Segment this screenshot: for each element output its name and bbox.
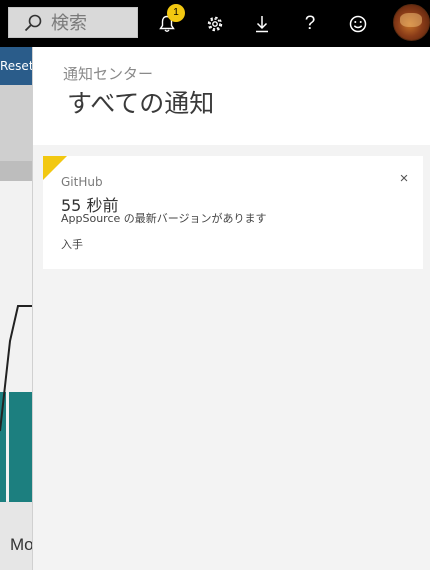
avatar[interactable] xyxy=(393,4,430,41)
background-line xyxy=(0,305,32,432)
download-icon xyxy=(256,15,268,32)
notification-source: GitHub xyxy=(61,175,103,189)
search-box[interactable] xyxy=(8,7,138,38)
background-toolbar-text: Reset xyxy=(0,59,32,73)
notification-center-subtitle: 通知センター xyxy=(63,65,154,83)
background-panel xyxy=(0,85,32,161)
background-divider xyxy=(0,161,32,181)
notification-card[interactable]: GitHub 55 秒前 AppSource の最新バージョンがあります 入手 … xyxy=(43,156,423,269)
help-icon: ? xyxy=(304,12,316,34)
top-bar: 1 ? xyxy=(0,0,430,47)
search-input[interactable] xyxy=(51,11,135,35)
search-icon xyxy=(24,14,42,32)
notification-pane-header: 通知センター すべての通知 xyxy=(33,47,430,145)
background-toolbar: Reset xyxy=(0,47,32,85)
help-button[interactable]: ? xyxy=(287,0,333,47)
notification-center-title: すべての通知 xyxy=(67,89,215,118)
settings-button[interactable] xyxy=(192,0,238,47)
download-button[interactable] xyxy=(239,0,285,47)
notification-pane: 通知センター すべての通知 GitHub 55 秒前 AppSource の最新… xyxy=(32,47,430,570)
gear-icon xyxy=(207,16,223,31)
background-label: Mo xyxy=(10,535,32,554)
background-page: Reset Mo xyxy=(0,47,32,570)
close-icon[interactable]: × xyxy=(395,170,413,188)
get-link[interactable]: 入手 xyxy=(61,236,83,252)
feedback-button[interactable] xyxy=(335,0,381,47)
notification-count-badge: 1 xyxy=(167,4,185,22)
notification-message: AppSource の最新バージョンがあります xyxy=(61,212,267,225)
smiley-icon xyxy=(349,15,367,32)
